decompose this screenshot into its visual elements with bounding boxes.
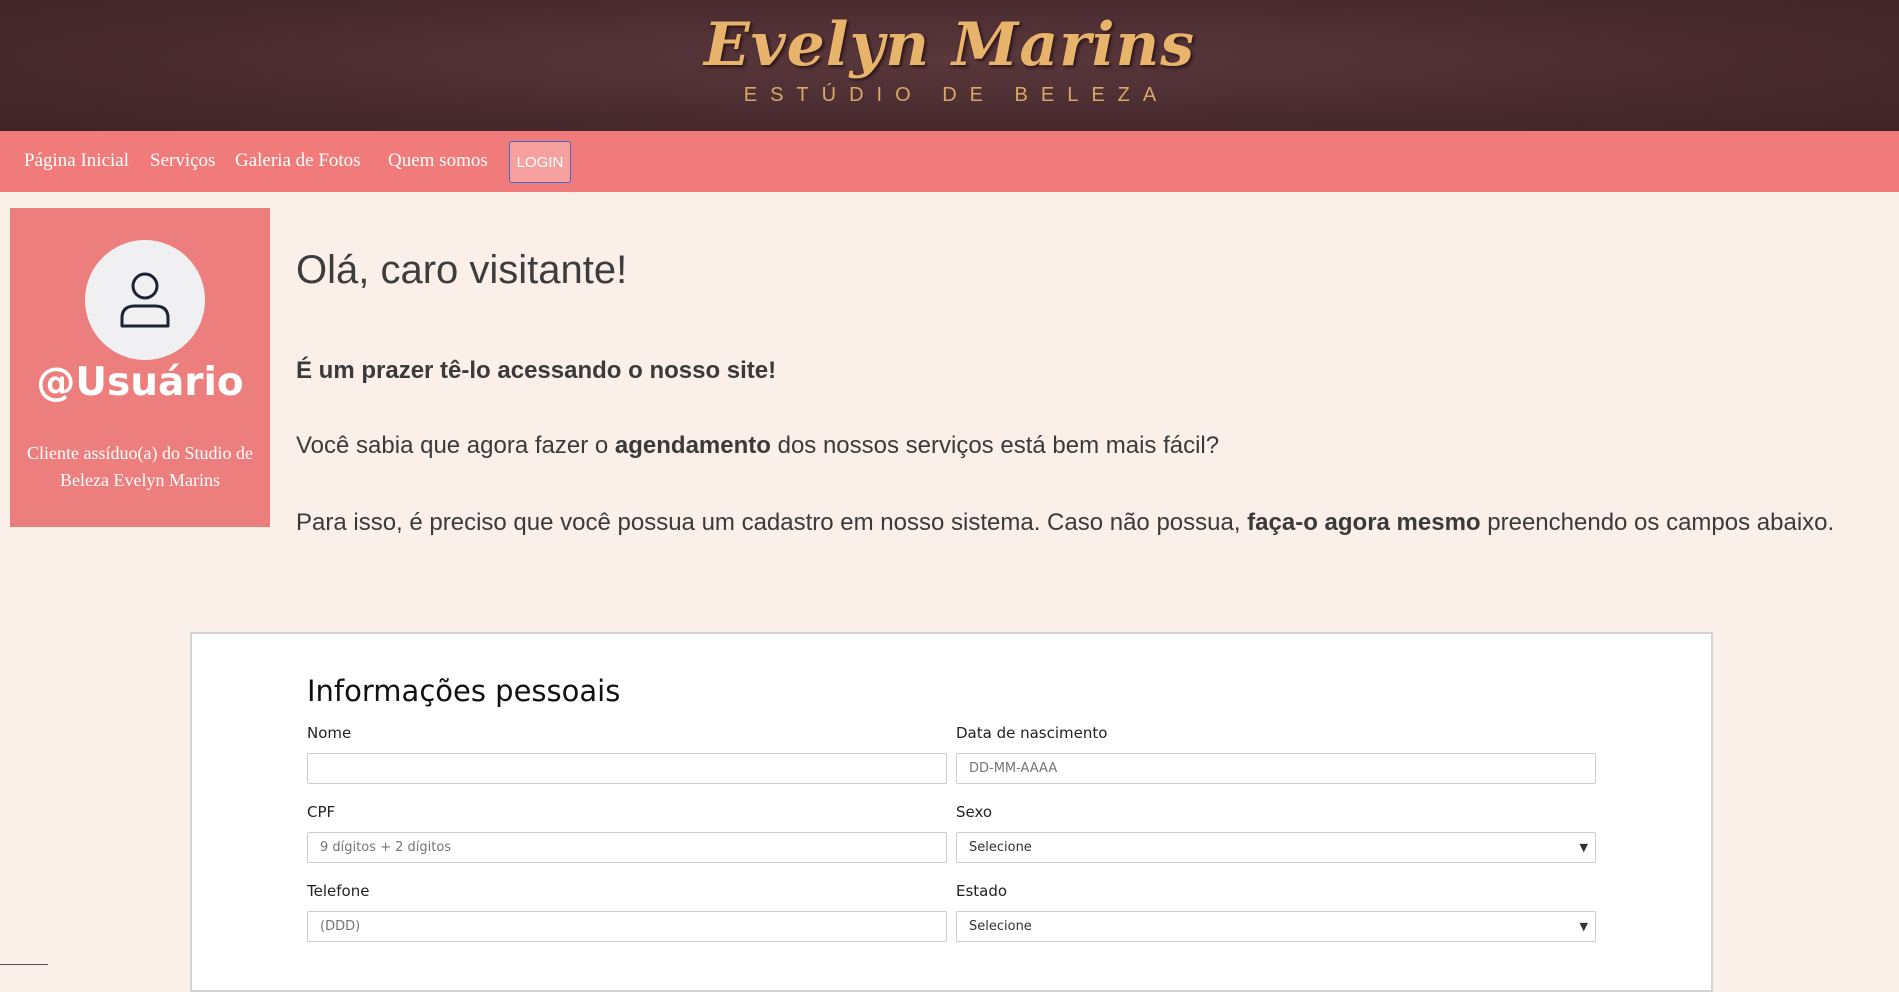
- form-title: Informações pessoais: [307, 674, 621, 708]
- scheduling-paragraph: Você sabia que agora fazer o agendamento…: [296, 432, 1219, 460]
- username: @Usuário: [36, 360, 244, 405]
- nav-services[interactable]: Serviços: [150, 150, 215, 172]
- sex-select[interactable]: Selecione ▼: [956, 832, 1596, 863]
- para1-text-end: dos nossos serviços está bem mais fácil?: [770, 432, 1220, 459]
- state-label: Estado: [956, 882, 1008, 900]
- para2-text: Para isso, é preciso que você possua um …: [296, 509, 1248, 536]
- para2-emphasis: faça-o agora mesmo: [1247, 509, 1481, 536]
- name-input[interactable]: [307, 753, 947, 784]
- cpf-label: CPF: [307, 803, 336, 821]
- site-header: Evelyn Marins ESTÚDIO DE BELEZA: [0, 0, 1899, 131]
- nav-about[interactable]: Quem somos: [388, 150, 488, 172]
- intro-text: É um prazer tê-lo acessando o nosso site…: [296, 357, 777, 384]
- page-title: Olá, caro visitante!: [296, 248, 628, 292]
- state-select-value: Selecione: [969, 919, 1032, 934]
- brand-tagline: ESTÚDIO DE BELEZA: [743, 84, 1170, 106]
- main-nav: Página Inicial Serviços Galeria de Fotos…: [0, 131, 1899, 192]
- user-icon: [120, 272, 170, 328]
- chevron-down-icon: ▼: [1579, 841, 1588, 854]
- user-description: Cliente assíduo(a) do Studio de Beleza E…: [27, 443, 253, 490]
- nav-gallery[interactable]: Galeria de Fotos: [235, 150, 361, 172]
- birthdate-label: Data de nascimento: [956, 724, 1108, 742]
- para1-emphasis: agendamento: [614, 432, 771, 459]
- register-paragraph: Para isso, é preciso que você possua um …: [296, 504, 1883, 541]
- sex-select-value: Selecione: [969, 840, 1032, 855]
- phone-input[interactable]: [307, 911, 947, 942]
- nav-home[interactable]: Página Inicial: [24, 150, 129, 172]
- sex-label: Sexo: [956, 803, 993, 821]
- name-label: Nome: [307, 724, 352, 742]
- para2-text-end: preenchendo os campos abaixo.: [1480, 509, 1835, 536]
- cpf-input[interactable]: [307, 832, 947, 863]
- avatar: [85, 240, 205, 360]
- login-button[interactable]: LOGIN: [509, 141, 571, 183]
- profile-card: @Usuário Cliente assíduo(a) do Studio de…: [10, 208, 270, 527]
- brand-logo[interactable]: Evelyn Marins: [0, 10, 1899, 80]
- para1-text: Você sabia que agora fazer o: [296, 432, 615, 459]
- phone-label: Telefone: [307, 882, 370, 900]
- birthdate-input[interactable]: [956, 753, 1596, 784]
- state-select[interactable]: Selecione ▼: [956, 911, 1596, 942]
- divider: [0, 964, 48, 965]
- chevron-down-icon: ▼: [1579, 920, 1588, 933]
